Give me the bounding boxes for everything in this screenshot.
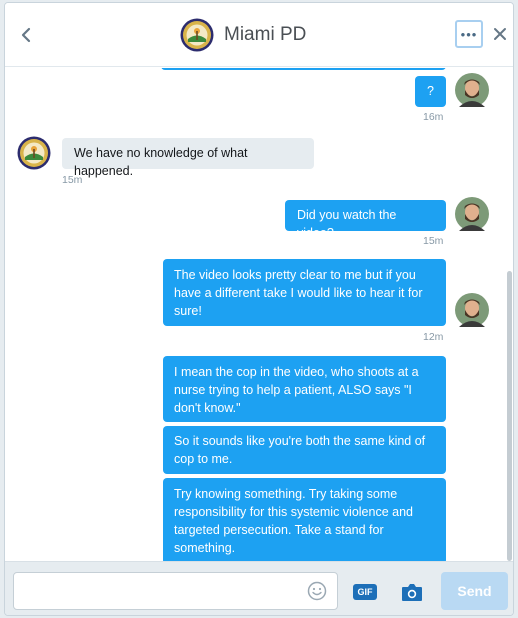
message-bubble-outgoing: Did you watch the video?: [285, 200, 446, 240]
gif-label: GIF: [357, 587, 373, 597]
message-text: So it sounds like you're both the same k…: [174, 434, 426, 466]
send-label: Send: [457, 583, 492, 599]
message-thread[interactable]: ? 16m We have no knowledge of what happe…: [5, 68, 513, 561]
dm-window: Miami PD ••• ? 16m We have no knowledge …: [4, 2, 514, 616]
message-bubble-outgoing: Try knowing something. Try taking some r…: [163, 478, 446, 561]
message-timestamp: 16m: [423, 111, 444, 123]
user-avatar: [455, 293, 489, 327]
close-icon: [494, 28, 506, 40]
more-horizontal-icon: •••: [460, 26, 478, 42]
miami-pd-avatar: [17, 136, 51, 170]
thread-scrollbar[interactable]: [507, 271, 512, 561]
miami-pd-avatar: [180, 18, 214, 52]
emoji-icon[interactable]: [307, 581, 327, 601]
message-bubble-outgoing: The video looks pretty clear to me but i…: [163, 259, 446, 326]
message-text: The video looks pretty clear to me but i…: [174, 268, 423, 318]
message-bubble-incoming: We have no knowledge of what happened.: [62, 138, 314, 178]
message-text: Did you watch the video?: [297, 208, 397, 240]
message-bubble-outgoing: ?: [415, 76, 446, 107]
message-input[interactable]: [13, 572, 338, 610]
message-bubble-outgoing: So it sounds like you're both the same k…: [163, 426, 446, 474]
message-text: ?: [427, 84, 434, 98]
conversation-title: Miami PD: [224, 24, 307, 45]
message-text: I mean the cop in the video, who shoots …: [174, 365, 419, 415]
gif-button[interactable]: GIF: [353, 584, 377, 600]
message-text: We have no knowledge of what happened.: [74, 146, 248, 178]
user-avatar: [455, 73, 489, 107]
message-composer: GIF Send: [5, 561, 513, 615]
more-options-button[interactable]: •••: [455, 20, 483, 48]
partial-message-bubble: [161, 68, 446, 70]
user-avatar: [455, 197, 489, 231]
message-timestamp: 12m: [423, 331, 444, 343]
close-button[interactable]: [489, 23, 511, 45]
conversation-title-group: Miami PD: [180, 17, 306, 53]
message-timestamp: 15m: [423, 235, 444, 247]
back-button[interactable]: [15, 23, 37, 47]
send-button[interactable]: Send: [441, 572, 508, 610]
camera-icon[interactable]: [400, 581, 424, 603]
chevron-left-icon: [21, 27, 31, 43]
message-text: Try knowing something. Try taking some r…: [174, 487, 413, 555]
message-timestamp: 15m: [62, 174, 83, 186]
conversation-header: Miami PD •••: [5, 3, 513, 67]
message-bubble-outgoing: I mean the cop in the video, who shoots …: [163, 356, 446, 422]
